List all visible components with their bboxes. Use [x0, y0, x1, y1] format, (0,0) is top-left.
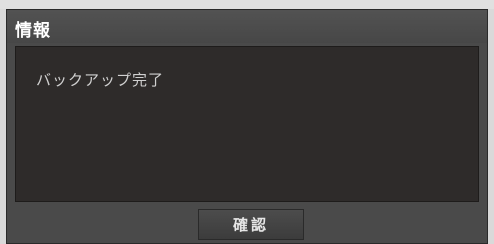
dialog-message: バックアップ完了 — [36, 71, 165, 89]
confirm-button[interactable]: 確認 — [198, 209, 304, 240]
dialog-title: 情報 — [15, 21, 51, 41]
background-edge — [0, 0, 494, 9]
info-dialog: 情報 バックアップ完了 確認 — [6, 9, 488, 244]
message-panel: バックアップ完了 — [15, 46, 479, 202]
confirm-button-label: 確認 — [232, 216, 269, 234]
dialog-title-bar: 情報 — [7, 10, 487, 43]
